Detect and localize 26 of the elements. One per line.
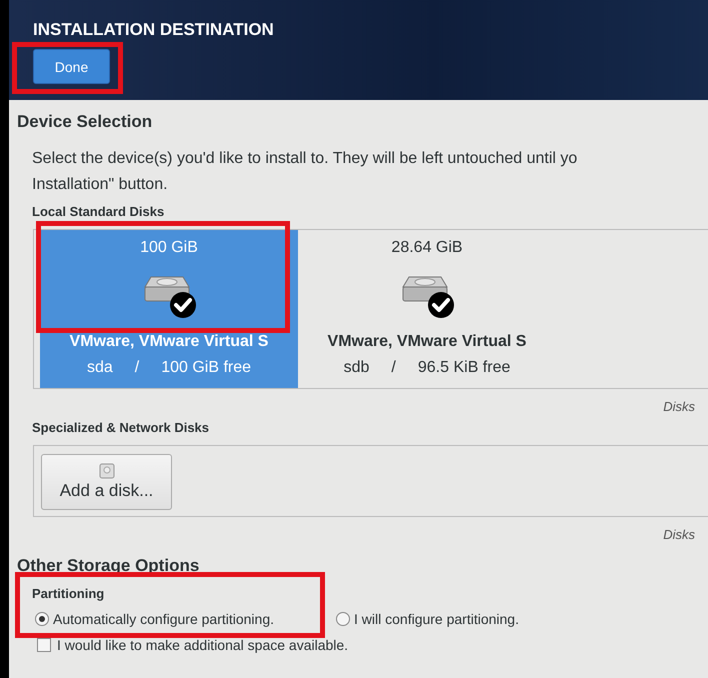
disk-size: 28.64 GiB bbox=[391, 239, 463, 258]
radio-button[interactable] bbox=[336, 612, 350, 626]
section-heading: Other Storage Options bbox=[17, 556, 200, 576]
checkbox-label: I would like to make additional space available. bbox=[57, 637, 348, 653]
group-heading: Local Standard Disks bbox=[32, 204, 166, 219]
device-name: sda bbox=[86, 359, 113, 377]
disk-name: VMware, VMware Virtual S bbox=[70, 333, 268, 351]
disk-name: VMware, VMware Virtual S bbox=[328, 333, 526, 351]
description-text: Select the device(s) you'd like to install to. They will be left untouched until yo Installation" button. bbox=[32, 149, 578, 195]
radio-button[interactable] bbox=[35, 612, 49, 626]
path-separator: / bbox=[391, 359, 396, 377]
disk-tile[interactable]: 28.64 GiB VMware, VMware Virtual S sdb / 96.5 KiB free bbox=[298, 230, 556, 388]
free-space: 100 GiB free bbox=[161, 359, 252, 377]
group-heading: Partitioning bbox=[32, 586, 106, 601]
free-space: 96.5 KiB free bbox=[418, 359, 510, 377]
disk-size: 100 GiB bbox=[140, 239, 198, 258]
footnote-text: Disks bbox=[662, 399, 696, 414]
checkbox[interactable] bbox=[37, 638, 51, 652]
section-heading: Device Selection bbox=[17, 112, 154, 132]
window-title: INSTALLATION DESTINATION bbox=[33, 20, 275, 40]
device-name: sdb bbox=[344, 359, 370, 377]
group-heading: Specialized & Network Disks bbox=[32, 420, 210, 435]
add-disk-button[interactable]: Add a disk... bbox=[41, 454, 172, 510]
path-separator: / bbox=[134, 359, 140, 377]
done-button[interactable]: Done bbox=[33, 49, 110, 84]
footnote-text: Disks bbox=[662, 527, 696, 542]
